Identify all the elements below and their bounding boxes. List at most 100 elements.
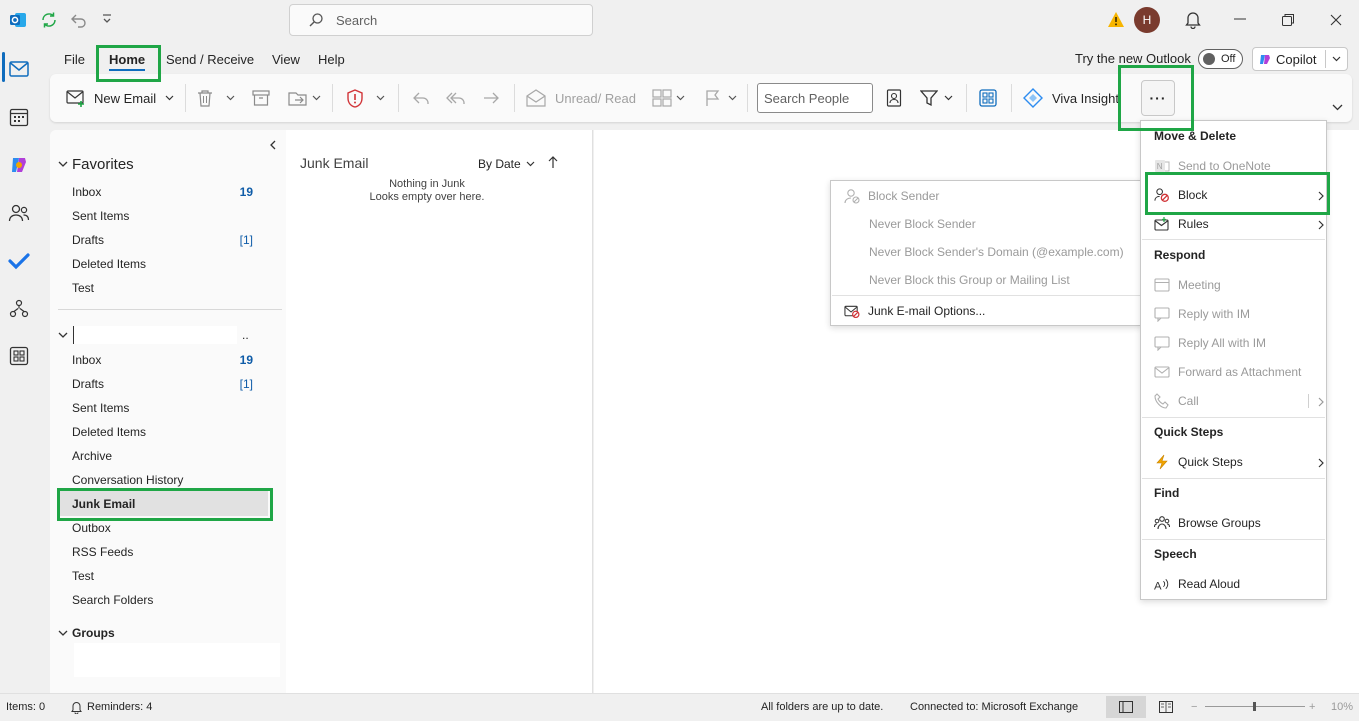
address-book-button[interactable] [886,83,902,113]
folder-drafts[interactable]: Drafts [72,377,104,391]
normal-view-button[interactable] [1106,696,1146,718]
chevron-down-icon[interactable] [1332,56,1341,62]
search-box[interactable]: Search [289,4,593,36]
unread-read-button[interactable]: Unread/ Read [526,83,636,113]
favorites-item-sent[interactable]: Sent Items [72,209,129,223]
browse-groups-item[interactable]: Browse Groups [1154,511,1261,535]
sort-by-date-button[interactable]: By Date [478,157,535,171]
account-header[interactable]: .. [58,326,249,344]
apps-ribbon-button[interactable] [979,83,997,113]
folder-test[interactable]: Test [72,569,94,583]
forward-button[interactable] [482,83,500,113]
block-sender-item[interactable]: Block Sender [844,184,939,208]
reply-all-button[interactable] [446,83,466,113]
never-block-group-item[interactable]: Never Block this Group or Mailing List [869,268,1070,292]
chevron-down-icon[interactable] [226,95,235,101]
org-explorer-icon[interactable] [6,296,32,322]
archive-button[interactable] [252,83,270,113]
collapse-pane-icon[interactable] [269,140,276,150]
chevron-down-icon[interactable] [944,95,953,101]
delete-button[interactable] [196,83,235,113]
copilot-button[interactable]: Copilot [1252,47,1348,71]
junk-options-item[interactable]: Junk E-mail Options... [844,299,985,323]
ribbon-expand-icon[interactable] [1332,104,1343,111]
folder-conversation-history[interactable]: Conversation History [72,473,183,487]
minimize-icon[interactable] [1234,18,1246,20]
report-button[interactable] [346,83,385,113]
bell-icon[interactable] [1185,11,1201,29]
envelope-open-icon [526,89,546,107]
favorites-item-deleted[interactable]: Deleted Items [72,257,146,271]
read-aloud-item[interactable]: A Read Aloud [1154,572,1240,596]
favorites-item-test[interactable]: Test [72,281,94,295]
quick-steps-item[interactable]: Quick Steps [1154,450,1324,474]
filter-email-button[interactable] [920,83,953,113]
chevron-down-icon[interactable] [376,95,385,101]
rules-menu-item[interactable]: Rules [1154,212,1324,236]
mail-icon[interactable] [6,56,32,82]
copilot-app-icon[interactable] [6,152,32,178]
folder-sent-items[interactable]: Sent Items [72,401,129,415]
customize-icon[interactable] [102,13,112,25]
sort-direction-icon[interactable] [548,156,558,169]
tab-file[interactable]: File [64,52,85,67]
folder-search-folders[interactable]: Search Folders [72,593,153,607]
rules-label: Rules [1178,217,1209,231]
apps-icon[interactable] [6,343,32,369]
reminders-count[interactable]: Reminders: 4 [87,701,152,713]
folder-deleted-items[interactable]: Deleted Items [72,425,146,439]
folder-outbox[interactable]: Outbox [72,521,111,535]
warning-icon[interactable] [1107,11,1125,28]
zoom-slider-thumb[interactable] [1253,702,1256,711]
reply-all-with-im-item[interactable]: Reply All with IM [1154,331,1266,355]
ribbon-divider [1011,84,1012,112]
favorites-item-inbox[interactable]: Inbox [72,185,101,199]
favorites-header[interactable]: Favorites [58,156,134,173]
tab-view[interactable]: View [272,52,300,67]
reply-with-im-item[interactable]: Reply with IM [1154,302,1250,326]
never-block-sender-item[interactable]: Never Block Sender [869,212,976,236]
folder-archive[interactable]: Archive [72,449,112,463]
chevron-down-icon[interactable] [676,95,685,101]
flag-button[interactable] [704,83,737,113]
folder-inbox[interactable]: Inbox [72,353,101,367]
chevron-down-icon[interactable] [165,95,174,101]
avatar[interactable]: H [1134,7,1160,33]
groups-header[interactable]: Groups [58,626,115,640]
favorites-item-drafts[interactable]: Drafts [72,233,104,247]
never-block-domain-item[interactable]: Never Block Sender's Domain (@example.co… [869,240,1124,264]
new-email-button[interactable]: New Email [66,83,174,113]
people-icon[interactable] [6,200,32,226]
block-submenu: Block Sender Never Block Sender Never Bl… [830,180,1142,326]
highlight-home-tab [96,45,161,82]
sync-icon[interactable] [40,11,58,29]
close-icon[interactable] [1330,14,1342,26]
new-outlook-toggle[interactable]: Off [1198,49,1243,69]
call-item[interactable]: Call [1154,389,1324,413]
viva-insights-button[interactable]: Viva Insight [1023,83,1119,113]
meeting-item[interactable]: Meeting [1154,273,1221,297]
restore-icon[interactable] [1282,14,1294,26]
tab-help[interactable]: Help [318,52,345,67]
chevron-right-icon [1318,220,1324,230]
chevron-down-icon[interactable] [312,95,321,101]
junk-options-icon [844,303,860,319]
todo-icon[interactable] [6,248,32,274]
zoom-in-icon[interactable]: + [1309,701,1315,713]
categorize-button[interactable] [652,83,685,113]
zoom-out-icon[interactable]: − [1191,701,1197,713]
search-people-input[interactable]: Search People [757,83,873,113]
calendar-icon[interactable] [6,104,32,130]
chevron-down-icon[interactable] [728,95,737,101]
reply-icon [412,90,430,106]
tab-send-receive[interactable]: Send / Receive [166,52,254,67]
forward-attachment-item[interactable]: Forward as Attachment [1154,360,1301,384]
items-count: Items: 0 [6,701,46,713]
folder-rss-feeds[interactable]: RSS Feeds [72,545,133,559]
move-button[interactable] [288,83,321,113]
reading-view-icon[interactable] [1159,701,1173,713]
pane-divider [58,309,282,310]
reply-button[interactable] [412,83,430,113]
outlook-icon[interactable] [9,11,27,29]
undo-icon[interactable] [70,11,88,29]
